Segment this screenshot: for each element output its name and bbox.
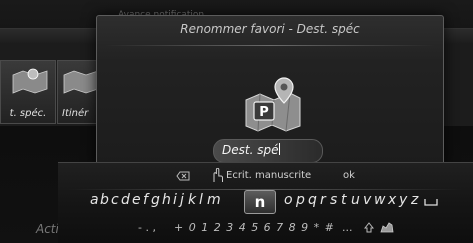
key-r[interactable]: r <box>320 192 326 208</box>
keyboard-letter-row: a b c d e f g h i j k l m n o p q r s t … <box>58 190 473 214</box>
dialog-divider <box>105 45 435 46</box>
key-p[interactable]: p <box>296 192 305 208</box>
key-e[interactable]: e <box>132 192 141 208</box>
key-l[interactable]: l <box>199 192 203 208</box>
key-x[interactable]: x <box>388 192 396 208</box>
ok-button[interactable]: ok <box>343 170 355 181</box>
shift-arrow-icon[interactable] <box>364 222 374 233</box>
favorite-tile-dest-spec[interactable]: t. spéc. <box>0 60 56 124</box>
screen: Avance notification t. spéc. Itinér Acti… <box>0 0 473 243</box>
key-g[interactable]: g <box>151 192 160 208</box>
key-u[interactable]: u <box>351 192 360 208</box>
key-f[interactable]: f <box>143 192 148 208</box>
key-digits[interactable]: + 0 1 2 3 4 5 6 7 8 9 * # <box>174 221 335 234</box>
key-t[interactable]: t <box>341 192 347 208</box>
symbols-icon[interactable] <box>380 221 394 233</box>
background-bottom-label: Acti <box>36 222 59 236</box>
space-bar-icon[interactable] <box>424 198 438 206</box>
map-icon <box>63 70 99 94</box>
key-more[interactable]: ... <box>342 221 353 234</box>
favorite-name-value: Dest. spé <box>222 143 281 157</box>
key-m[interactable]: m <box>207 192 221 208</box>
favorite-tile-itinerary[interactable]: Itinér <box>57 60 99 124</box>
handwriting-button[interactable]: Ecrit. manuscrite <box>226 170 311 181</box>
key-k[interactable]: k <box>188 192 196 208</box>
keyboard-function-row: Ecrit. manuscrite ok <box>58 167 473 185</box>
tile-label: t. spéc. <box>9 108 47 119</box>
key-h[interactable]: h <box>162 192 171 208</box>
key-i[interactable]: i <box>173 192 177 208</box>
rename-favorite-dialog: Renommer favori - Dest. spéc P Dest. spé <box>96 15 444 170</box>
key-j[interactable]: j <box>180 192 184 208</box>
key-d[interactable]: d <box>121 192 130 208</box>
backspace-icon[interactable] <box>176 171 190 181</box>
key-a[interactable]: a <box>90 192 99 208</box>
key-s[interactable]: s <box>330 192 337 208</box>
key-q[interactable]: q <box>308 192 317 208</box>
key-y[interactable]: y <box>399 192 407 208</box>
key-b[interactable]: b <box>100 192 109 208</box>
key-punctuation[interactable]: - . , <box>138 221 156 234</box>
key-c[interactable]: c <box>111 192 119 208</box>
favorite-name-input[interactable]: Dest. spé <box>213 139 323 163</box>
key-n-selected[interactable]: n <box>244 190 276 214</box>
map-pin-parking-icon: P <box>245 77 301 132</box>
hand-pointer-icon <box>213 168 223 182</box>
speller-keyboard: Ecrit. manuscrite ok a b c d e f g h i j… <box>58 162 473 243</box>
dialog-title: Renommer favori - Dest. spéc <box>180 22 360 36</box>
tile-label: Itinér <box>62 108 89 119</box>
key-v[interactable]: v <box>363 192 371 208</box>
key-o[interactable]: o <box>284 192 293 208</box>
key-z[interactable]: z <box>411 192 418 208</box>
keyboard-digit-row: - . , + 0 1 2 3 4 5 6 7 8 9 * # ... <box>58 219 473 237</box>
text-cursor <box>279 143 281 155</box>
key-w[interactable]: w <box>374 192 385 208</box>
svg-text:P: P <box>259 105 269 120</box>
map-icon <box>12 68 48 94</box>
